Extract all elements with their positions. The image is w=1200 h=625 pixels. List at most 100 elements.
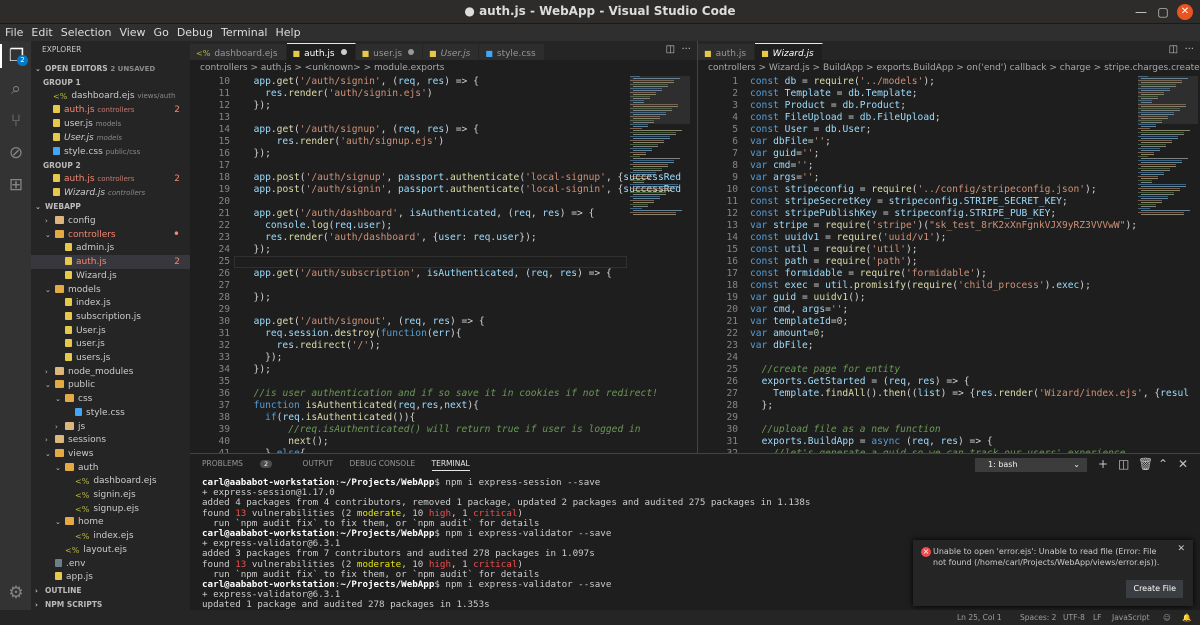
breadcrumb-item[interactable]: <unknown> <box>305 63 361 73</box>
tab-output[interactable]: OUTPUT <box>302 459 333 468</box>
breadcrumb-item[interactable]: auth.js <box>261 63 292 73</box>
tree-item[interactable]: index.js <box>31 296 190 310</box>
project-header[interactable]: ⌄ WEBAPP <box>31 200 190 214</box>
more-actions-icon[interactable]: ··· <box>681 44 691 55</box>
breadcrumb-item[interactable]: BuildApp <box>823 63 863 73</box>
maximize-panel-icon[interactable]: ⌃ <box>1158 457 1168 471</box>
tab-dashboard-ejs[interactable]: <% dashboard.ejs <box>190 44 287 60</box>
open-editor-item[interactable]: Wizard.js controllers <box>31 186 190 200</box>
menu-terminal[interactable]: Terminal <box>216 24 271 39</box>
menu-file[interactable]: File <box>0 24 26 39</box>
debug-icon[interactable]: ⊘ <box>4 141 28 165</box>
tree-item[interactable]: › node_modules <box>31 365 190 379</box>
tree-item[interactable]: auth.js 2 <box>31 255 190 270</box>
tree-item[interactable]: ⌄ views <box>31 447 190 461</box>
npm-scripts-header[interactable]: › NPM SCRIPTS <box>31 598 190 610</box>
cursor-position[interactable]: Ln 25, Col 1 <box>957 610 1002 625</box>
create-file-button[interactable]: Create File <box>1126 580 1183 598</box>
tree-item[interactable]: subscription.js <box>31 310 190 324</box>
terminal-output[interactable]: carl@aababot-workstation:~/Projects/WebA… <box>202 477 810 611</box>
tab-Wizard-js[interactable]: ■ Wizard.js <box>755 43 823 60</box>
tree-item[interactable]: <% layout.ejs <box>31 543 190 557</box>
tree-item[interactable]: user.js <box>31 337 190 351</box>
open-editor-item[interactable]: User.js models <box>31 131 190 145</box>
open-editor-item[interactable]: <% dashboard.ejs views/auth <box>31 89 190 103</box>
tree-item[interactable]: ⌄ controllers • <box>31 228 190 242</box>
tree-item[interactable]: ⌄ css <box>31 392 190 406</box>
tab-problems[interactable]: PROBLEMS 2 <box>202 459 286 468</box>
minimap-slider[interactable] <box>630 76 690 124</box>
tree-item[interactable]: users.js <box>31 351 190 365</box>
explorer-icon[interactable]: ❐ 2 <box>0 44 31 68</box>
tree-item[interactable]: admin.js <box>31 241 190 255</box>
menu-edit[interactable]: Edit <box>26 24 55 39</box>
tree-item[interactable]: <% index.ejs <box>31 529 190 543</box>
breadcrumb-item[interactable]: stripe.charges.create() callback <box>1104 63 1200 73</box>
tree-item[interactable]: <% dashboard.ejs <box>31 474 190 488</box>
split-editor-icon[interactable]: ◫ <box>1169 44 1178 55</box>
close-panel-icon[interactable]: ✕ <box>1178 457 1188 471</box>
more-actions-icon[interactable]: ··· <box>1184 44 1194 55</box>
tab-style-css[interactable]: ■ style.css <box>479 44 545 60</box>
menu-go[interactable]: Go <box>149 24 172 39</box>
tab-terminal[interactable]: TERMINAL <box>431 459 470 471</box>
breadcrumb-item[interactable]: module.exports <box>374 63 444 73</box>
tree-item[interactable]: ⌄ home <box>31 515 190 529</box>
breadcrumb-item[interactable]: on('end') callback <box>967 63 1047 73</box>
breadcrumb-item[interactable]: controllers <box>200 63 248 73</box>
source-control-icon[interactable]: ⑂ <box>4 109 28 133</box>
tab-auth-js[interactable]: ■ auth.js <box>286 43 356 60</box>
tree-item[interactable]: ⌄ auth <box>31 461 190 475</box>
breadcrumb-item[interactable]: controllers <box>708 63 756 73</box>
tree-item[interactable]: › config <box>31 214 190 228</box>
tree-item[interactable]: .env <box>31 557 190 571</box>
terminal-select[interactable]: 1: bash ⌄ <box>975 458 1087 472</box>
minimize-icon[interactable]: — <box>1133 4 1149 20</box>
tree-item[interactable]: ⌄ models <box>31 283 190 297</box>
search-icon[interactable]: ⌕ <box>4 77 28 101</box>
tree-item[interactable]: app.js <box>31 570 190 584</box>
tree-item[interactable]: <% signin.ejs <box>31 488 190 502</box>
open-editor-item[interactable]: auth.js controllers 2 <box>31 103 190 117</box>
tree-item[interactable]: › sessions <box>31 433 190 447</box>
tree-item[interactable]: ⌄ public <box>31 378 190 392</box>
group-2-header[interactable]: GROUP 2 <box>31 159 190 173</box>
minimap[interactable] <box>630 76 690 453</box>
notifications-bell-icon[interactable]: 🔔 <box>1182 610 1191 625</box>
breadcrumb-item[interactable]: exports.BuildApp <box>876 63 953 73</box>
open-editor-item[interactable]: user.js models <box>31 117 190 131</box>
menu-help[interactable]: Help <box>271 24 304 39</box>
kill-terminal-icon[interactable]: 🗑 <box>1138 457 1153 471</box>
new-terminal-icon[interactable]: + <box>1098 457 1108 471</box>
tree-item[interactable]: <% signup.ejs <box>31 502 190 516</box>
indentation[interactable]: Spaces: 2 <box>1020 610 1056 625</box>
tab-auth-js[interactable]: ■ auth.js <box>698 44 756 60</box>
menu-view[interactable]: View <box>114 24 148 39</box>
tab-User-js[interactable]: ■ User.js <box>423 44 480 60</box>
group-1-header[interactable]: GROUP 1 <box>31 76 190 90</box>
open-editor-item[interactable]: style.css public/css <box>31 145 190 159</box>
menu-debug[interactable]: Debug <box>172 24 216 39</box>
close-window-icon[interactable]: ✕ <box>1177 4 1193 20</box>
open-editors-header[interactable]: ⌄ OPEN EDITORS 2 UNSAVED <box>31 62 190 76</box>
encoding[interactable]: UTF-8 <box>1063 610 1085 625</box>
tree-item[interactable]: style.css <box>31 406 190 420</box>
minimap-slider[interactable] <box>1138 76 1198 124</box>
tree-item[interactable]: Wizard.js <box>31 269 190 283</box>
outline-header[interactable]: › OUTLINE <box>31 584 190 598</box>
split-terminal-icon[interactable]: ◫ <box>1118 457 1129 471</box>
feedback-icon[interactable]: ☺ <box>1163 610 1171 625</box>
minimap[interactable] <box>1138 76 1198 453</box>
breadcrumb-item[interactable]: charge <box>1060 63 1091 73</box>
end-of-line[interactable]: LF <box>1093 610 1102 625</box>
tab-user-js[interactable]: ■ user.js <box>355 44 424 60</box>
open-editor-item[interactable]: auth.js controllers 2 <box>31 172 190 186</box>
close-notification-icon[interactable]: ✕ <box>1177 544 1185 554</box>
settings-gear-icon[interactable]: ⚙ <box>4 581 28 605</box>
tree-item[interactable]: › js <box>31 420 190 434</box>
menu-selection[interactable]: Selection <box>56 24 115 39</box>
tree-item[interactable]: User.js <box>31 324 190 338</box>
tab-debug-console[interactable]: DEBUG CONSOLE <box>349 459 415 468</box>
extensions-icon[interactable]: ⊞ <box>4 173 28 197</box>
language-mode[interactable]: JavaScript <box>1112 610 1150 625</box>
